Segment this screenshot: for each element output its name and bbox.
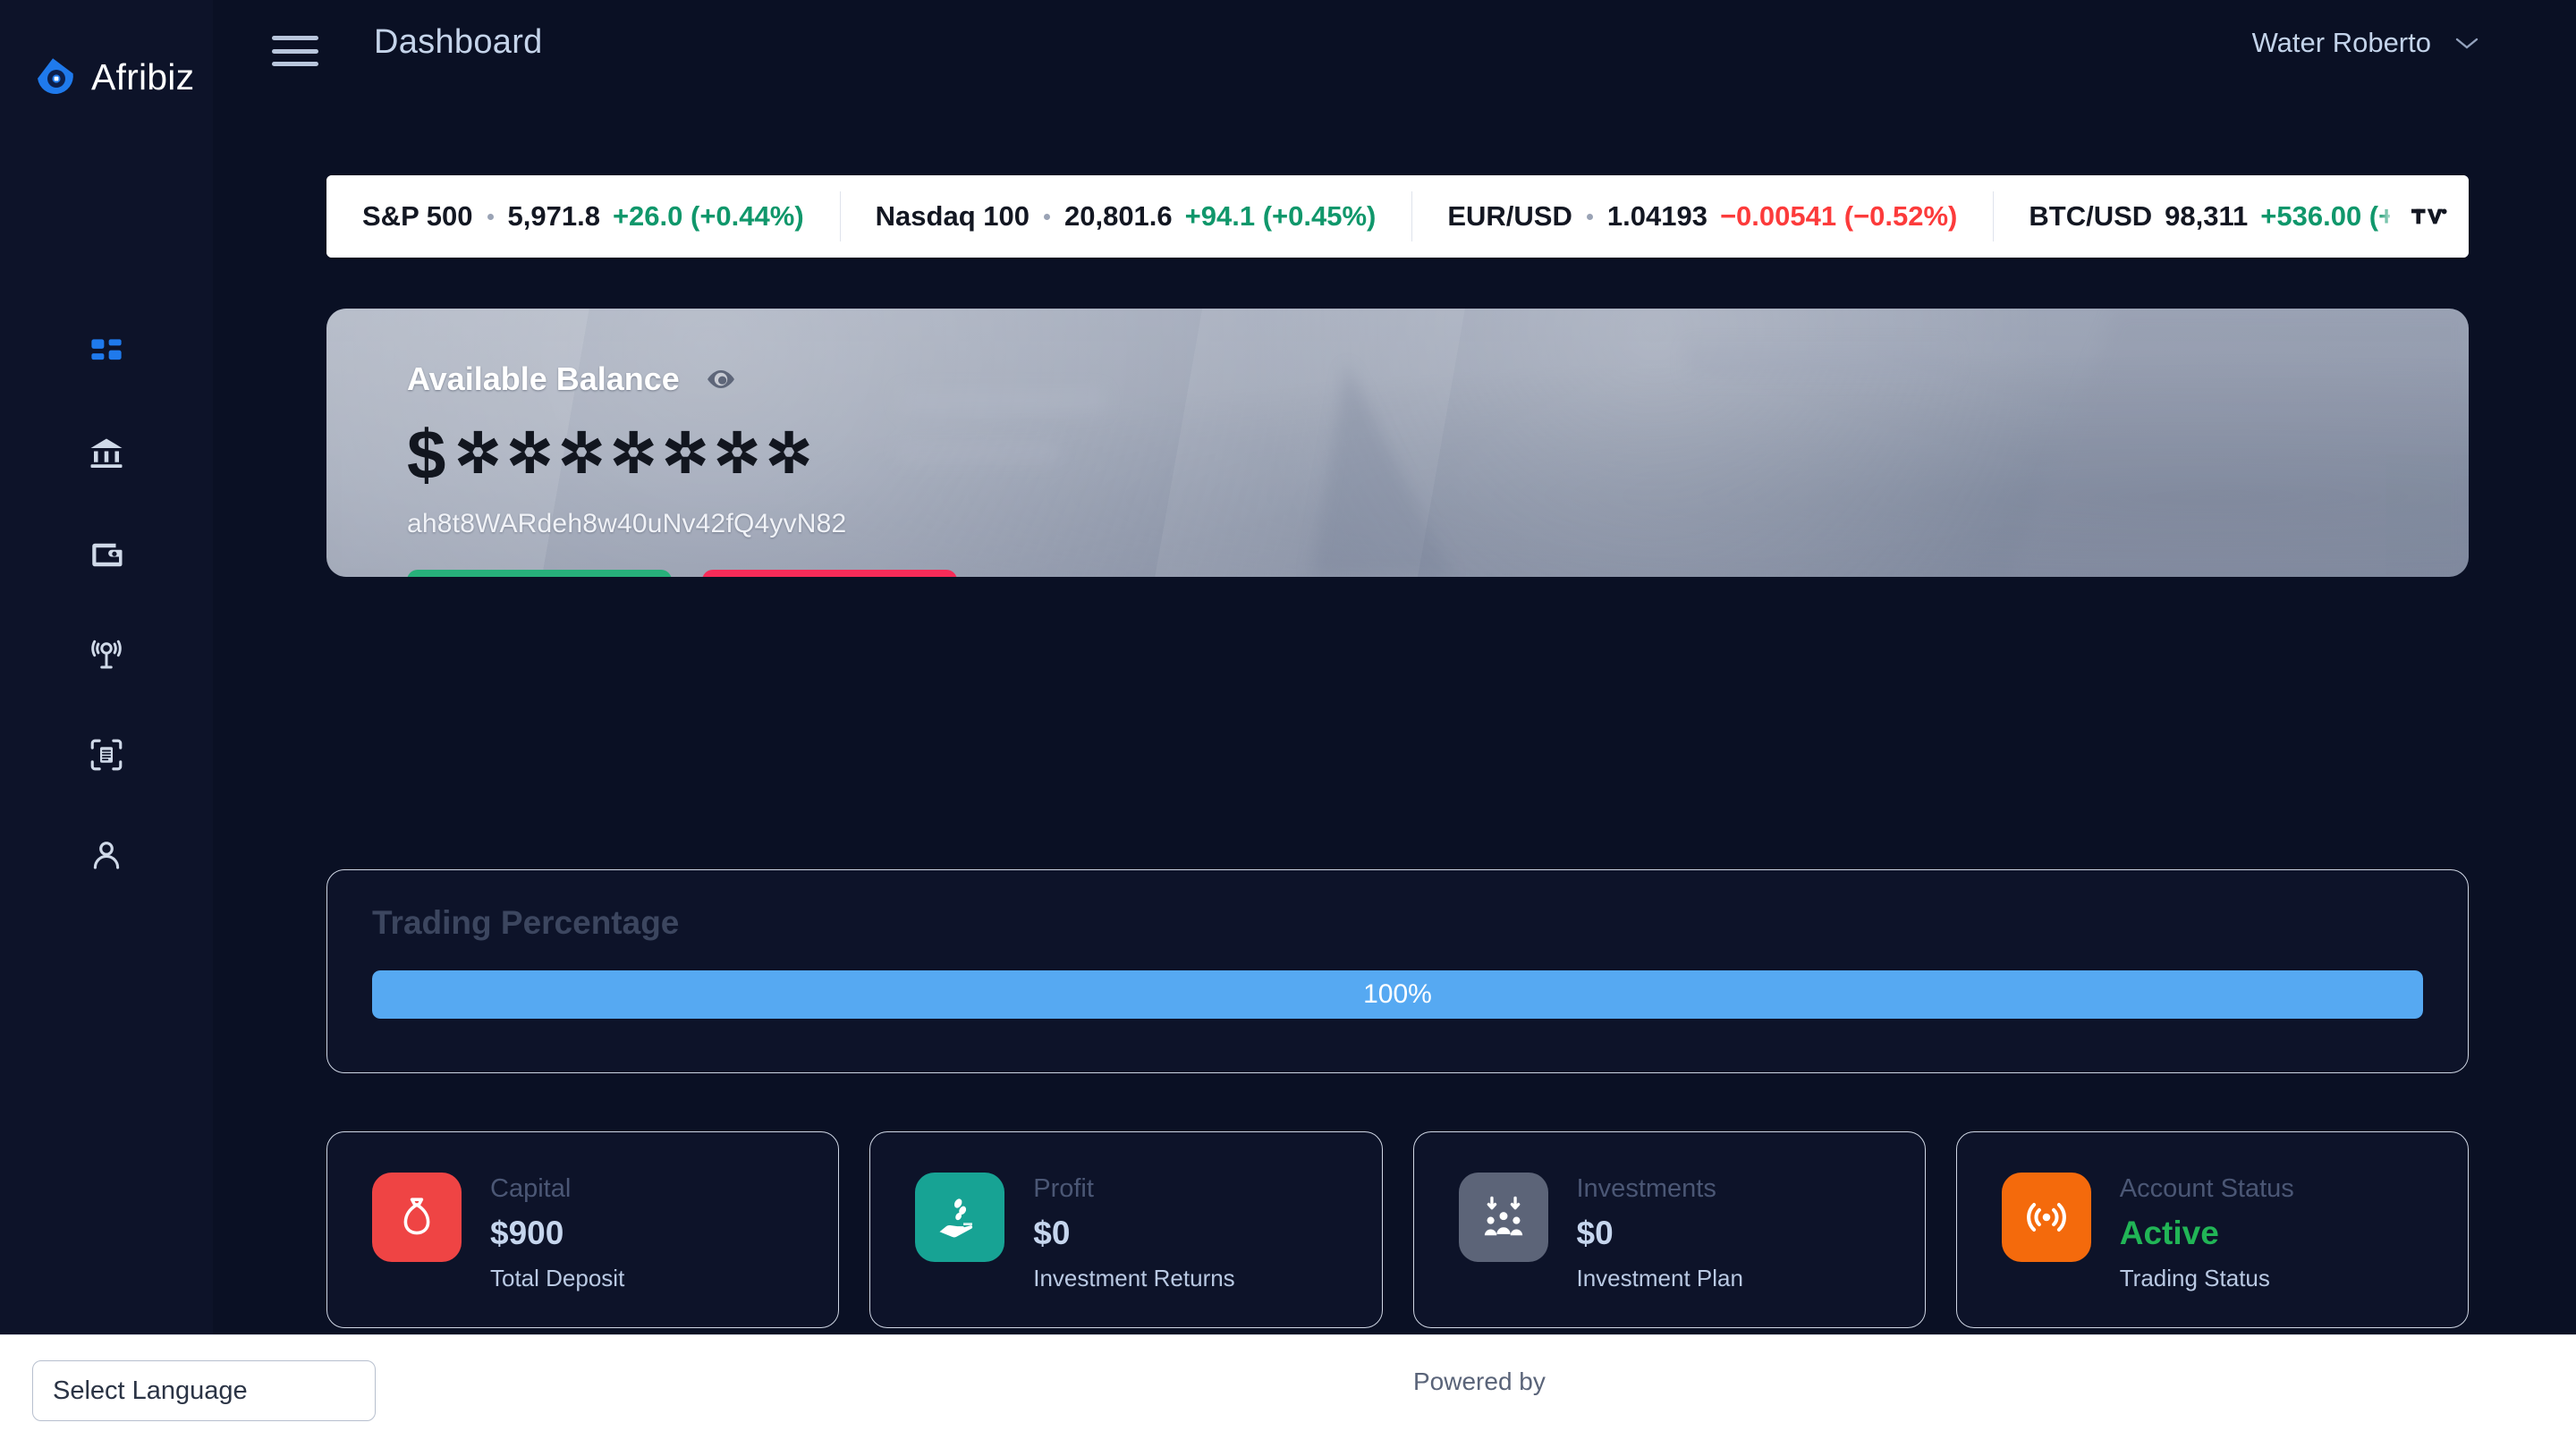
hand-coins-icon (915, 1173, 1004, 1262)
broadcast-signal-icon (88, 636, 125, 673)
stat-card-profit: Profit $0 Investment Returns (869, 1131, 1382, 1328)
trading-progress-label: 100% (1363, 979, 1432, 1010)
brand[interactable]: Afribiz (34, 55, 194, 98)
chevron-down-icon (2454, 36, 2479, 50)
ticker-change: +26.0 (+0.44%) (613, 200, 804, 233)
powered-by-label: Powered by (1413, 1367, 1546, 1396)
stat-value: $0 (1577, 1215, 1743, 1252)
sidebar-item-dashboard[interactable] (0, 304, 213, 404)
stat-card-grid: Capital $900 Total Deposit (326, 1131, 2469, 1328)
stat-sublabel: Trading Status (2120, 1265, 2294, 1292)
ticker-item[interactable]: Nasdaq 100 20,801.6 +94.1 (+0.45%) (840, 175, 1412, 258)
sidebar-item-wallet[interactable] (0, 504, 213, 605)
user-menu[interactable]: Water Roberto (2252, 27, 2479, 59)
ticker-symbol: BTC/USD (2029, 200, 2152, 233)
trading-progress-track: 100% (372, 970, 2423, 1019)
hamburger-bar (272, 62, 318, 66)
language-select[interactable]: Select Language (32, 1360, 376, 1421)
stat-sublabel: Total Deposit (490, 1265, 624, 1292)
ticker-price: 20,801.6 (1064, 200, 1173, 233)
stat-card-account-status: Account Status Active Trading Status (1956, 1131, 2469, 1328)
stat-label: Investments (1577, 1174, 1743, 1204)
balance-amount: $ ✲✲✲✲✲✲✲ (407, 423, 2469, 486)
user-icon (88, 836, 125, 874)
money-bag-icon (372, 1173, 462, 1262)
ticker-change: −0.00541 (−0.52%) (1720, 200, 1957, 233)
stat-value: $0 (1033, 1215, 1234, 1252)
sidebar-item-signal[interactable] (0, 605, 213, 705)
stat-label: Profit (1033, 1174, 1234, 1204)
user-name: Water Roberto (2252, 27, 2431, 59)
wallet-icon (88, 536, 125, 573)
balance-actions: Account (407, 570, 2469, 577)
sidebar (0, 0, 213, 1334)
broadcast-signal-icon (2002, 1173, 2091, 1262)
hamburger-bar (272, 36, 318, 40)
sidebar-item-statement[interactable] (0, 705, 213, 805)
account-id: ah8t8WARdeh8w40uNv42fQ4yvN82 (407, 509, 2469, 539)
hamburger-bar (272, 49, 318, 54)
ticker-item[interactable]: S&P 500 5,971.8 +26.0 (+0.44%) (326, 175, 840, 258)
deposit-button[interactable]: Deposit (702, 570, 957, 577)
stat-card-investments: Investments $0 Investment Plan (1413, 1131, 1926, 1328)
footer: Select Language Powered by (0, 1334, 2576, 1431)
stat-value: $900 (490, 1215, 624, 1252)
group-download-icon (1459, 1173, 1548, 1262)
ticker-status-dot (1587, 214, 1593, 220)
page-title: Dashboard (374, 23, 543, 62)
water-drop-logo-icon (34, 55, 77, 98)
ticker-change: +94.1 (+0.45%) (1185, 200, 1377, 233)
balance-title-row: Available Balance (407, 360, 2469, 398)
ticker-item[interactable]: EUR/USD 1.04193 −0.00541 (−0.52%) (1411, 175, 1993, 258)
stat-card-capital: Capital $900 Total Deposit (326, 1131, 839, 1328)
stat-label: Capital (490, 1174, 624, 1204)
hamburger-icon[interactable] (272, 32, 318, 70)
trading-percentage-title: Trading Percentage (372, 904, 679, 942)
balance-title: Available Balance (407, 360, 680, 398)
stat-sublabel: Investment Returns (1033, 1265, 1234, 1292)
balance-masked-value: ✲✲✲✲✲✲✲ (454, 427, 818, 482)
ticker-symbol: EUR/USD (1447, 200, 1572, 233)
brand-name: Afribiz (91, 56, 194, 98)
market-ticker[interactable]: S&P 500 5,971.8 +26.0 (+0.44%) Nasdaq 10… (326, 175, 2469, 258)
ticker-price: 5,971.8 (508, 200, 600, 233)
dashboard-page: Afribiz Dashboard Water Roberto S&P 500 … (0, 0, 2576, 1431)
stat-sublabel: Investment Plan (1577, 1265, 1743, 1292)
stat-label: Account Status (2120, 1174, 2294, 1204)
stat-value: Active (2120, 1215, 2294, 1252)
topbar: Dashboard Water Roberto (213, 0, 2576, 107)
bank-icon (88, 436, 125, 473)
language-select-label: Select Language (53, 1376, 248, 1406)
trading-progress-fill: 100% (372, 970, 2423, 1019)
eye-icon[interactable] (705, 363, 737, 395)
balance-card-content: Available Balance $ ✲✲✲✲✲✲✲ ah8t8WARdeh8… (326, 309, 2469, 577)
ticker-price: 98,311 (2165, 200, 2248, 233)
ticker-symbol: S&P 500 (362, 200, 473, 233)
available-balance-card: Available Balance $ ✲✲✲✲✲✲✲ ah8t8WARdeh8… (326, 309, 2469, 577)
balance-currency: $ (407, 423, 445, 486)
document-scan-icon (88, 736, 125, 774)
sidebar-item-profile[interactable] (0, 805, 213, 905)
trading-percentage-card: Trading Percentage 100% (326, 869, 2469, 1073)
ticker-status-dot (487, 214, 494, 220)
sidebar-nav (0, 304, 213, 905)
ticker-price: 1.04193 (1607, 200, 1707, 233)
account-button[interactable]: Account (407, 570, 672, 577)
sidebar-item-bank[interactable] (0, 404, 213, 504)
dashboard-grid-icon (88, 335, 125, 373)
ticker-symbol: Nasdaq 100 (876, 200, 1030, 233)
tradingview-logo-icon[interactable] (2390, 175, 2469, 258)
ticker-status-dot (1044, 214, 1050, 220)
